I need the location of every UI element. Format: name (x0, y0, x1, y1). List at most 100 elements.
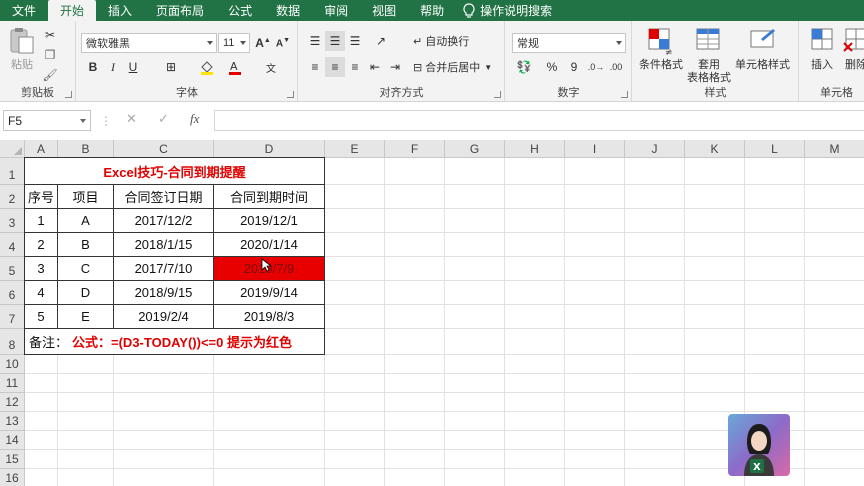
column-header-f[interactable]: F (385, 140, 445, 158)
table-cell[interactable]: 2017/7/10 (114, 257, 214, 281)
formula-input[interactable] (214, 110, 864, 131)
tab-data[interactable]: 数据 (264, 0, 312, 21)
font-color-button[interactable]: A (225, 57, 245, 77)
percent-button[interactable]: % (542, 57, 562, 77)
fill-color-button[interactable] (197, 57, 217, 77)
column-header-c[interactable]: C (114, 140, 214, 158)
column-header-k[interactable]: K (685, 140, 745, 158)
font-name-select[interactable]: 微软雅黑 (81, 33, 217, 53)
column-header-h[interactable]: H (505, 140, 565, 158)
table-cell[interactable]: 2017/12/2 (114, 209, 214, 233)
cancel-entry-button[interactable]: ✕ (126, 111, 137, 127)
table-cell[interactable]: 5 (25, 305, 58, 329)
number-launcher-icon[interactable] (621, 91, 628, 98)
tab-help[interactable]: 帮助 (408, 0, 456, 21)
conditional-format-button[interactable]: ≠ 条件格式 (639, 25, 683, 72)
tab-formulas[interactable]: 公式 (216, 0, 264, 21)
column-header-i[interactable]: I (565, 140, 625, 158)
font-launcher-icon[interactable] (287, 91, 294, 98)
increase-indent-button[interactable]: ⇥ (385, 57, 405, 77)
comma-button[interactable]: 9 (564, 57, 584, 77)
header-project[interactable]: 项目 (58, 185, 114, 209)
alignment-launcher-icon[interactable] (494, 91, 501, 98)
row-header-8[interactable]: 8 (0, 329, 25, 355)
table-cell[interactable]: 2019/9/14 (214, 281, 325, 305)
phonetic-button[interactable]: 文 (261, 57, 281, 77)
increase-decimal-button[interactable]: .0→ (586, 57, 606, 77)
row-header-5[interactable]: 5 (0, 257, 25, 281)
table-cell[interactable]: 4 (25, 281, 58, 305)
row-header-3[interactable]: 3 (0, 209, 25, 233)
italic-button[interactable]: I (103, 57, 123, 77)
tab-file[interactable]: 文件 (0, 0, 48, 21)
row-header-1[interactable]: 1 (0, 158, 25, 185)
column-header-m[interactable]: M (805, 140, 864, 158)
table-cell[interactable]: 2019/12/1 (214, 209, 325, 233)
header-sign-date[interactable]: 合同签订日期 (114, 185, 214, 209)
cell-styles-button[interactable]: 单元格样式 (735, 25, 790, 72)
column-header-e[interactable]: E (325, 140, 385, 158)
table-cell[interactable]: D (58, 281, 114, 305)
merge-center-button[interactable]: ⊟ 合并后居中 ▼ (413, 57, 492, 77)
column-header-j[interactable]: J (625, 140, 685, 158)
row-header-7[interactable]: 7 (0, 305, 25, 329)
table-cell[interactable]: 2018/1/15 (114, 233, 214, 257)
align-middle-button[interactable]: ☰ (325, 31, 345, 51)
table-cell[interactable]: 2018/9/15 (114, 281, 214, 305)
align-center-button[interactable]: ≡ (325, 57, 345, 77)
table-cell[interactable]: C (58, 257, 114, 281)
table-cell[interactable]: 2 (25, 233, 58, 257)
table-cell[interactable]: 2019/2/4 (114, 305, 214, 329)
delete-cells-button[interactable]: 删除 (840, 25, 864, 72)
align-left-button[interactable]: ≡ (305, 57, 325, 77)
header-index[interactable]: 序号 (25, 185, 58, 209)
row-header-14[interactable]: 14 (0, 431, 25, 450)
column-header-a[interactable]: A (25, 140, 58, 158)
table-cell[interactable]: 2020/1/14 (214, 233, 325, 257)
tab-home[interactable]: 开始 (48, 0, 97, 21)
select-all-button[interactable] (0, 140, 25, 158)
row-header-13[interactable]: 13 (0, 412, 25, 431)
note-cell[interactable]: 备注： 公式：=(D3-TODAY())<=0 提示为红色 (25, 329, 325, 355)
format-as-table-button[interactable]: 套用 表格格式 (687, 25, 731, 85)
orientation-button[interactable]: ↗ (371, 31, 391, 51)
table-cell[interactable]: B (58, 233, 114, 257)
row-header-15[interactable]: 15 (0, 450, 25, 469)
insert-function-button[interactable]: fx (190, 111, 199, 127)
row-header-16[interactable]: 16 (0, 469, 25, 486)
align-bottom-button[interactable]: ☰ (345, 31, 365, 51)
tell-me-search[interactable]: 操作说明搜索 (456, 0, 552, 21)
column-header-g[interactable]: G (445, 140, 505, 158)
table-cell[interactable]: 1 (25, 209, 58, 233)
decrease-font-button[interactable]: A▼ (273, 33, 293, 53)
row-header-2[interactable]: 2 (0, 185, 25, 209)
paste-button[interactable]: 粘贴 (6, 25, 38, 72)
enter-entry-button[interactable]: ✓ (158, 111, 169, 127)
borders-button[interactable]: ⊞ (161, 57, 181, 77)
row-header-11[interactable]: 11 (0, 374, 25, 393)
clipboard-launcher-icon[interactable] (65, 91, 72, 98)
increase-font-button[interactable]: A▲ (253, 33, 273, 53)
column-header-l[interactable]: L (745, 140, 805, 158)
copy-button[interactable]: ❐ (40, 45, 60, 65)
cut-button[interactable]: ✂ (40, 25, 60, 45)
font-size-select[interactable]: 11 (218, 33, 250, 53)
bold-button[interactable]: B (83, 57, 103, 77)
align-right-button[interactable]: ≡ (345, 57, 365, 77)
tab-review[interactable]: 审阅 (312, 0, 360, 21)
header-expire-date[interactable]: 合同到期时间 (214, 185, 325, 209)
table-cell[interactable]: A (58, 209, 114, 233)
tab-page-layout[interactable]: 页面布局 (144, 0, 216, 21)
row-header-10[interactable]: 10 (0, 355, 25, 374)
insert-cells-button[interactable]: 插入 (806, 25, 838, 72)
column-header-d[interactable]: D (214, 140, 325, 158)
row-header-4[interactable]: 4 (0, 233, 25, 257)
underline-button[interactable]: U (123, 57, 143, 77)
accounting-format-button[interactable]: 💱 (514, 57, 534, 77)
format-painter-button[interactable]: 🖌 (40, 65, 60, 85)
tab-view[interactable]: 视图 (360, 0, 408, 21)
name-box[interactable]: F5 (3, 110, 91, 131)
tab-insert[interactable]: 插入 (96, 0, 144, 21)
row-header-6[interactable]: 6 (0, 281, 25, 305)
row-header-12[interactable]: 12 (0, 393, 25, 412)
